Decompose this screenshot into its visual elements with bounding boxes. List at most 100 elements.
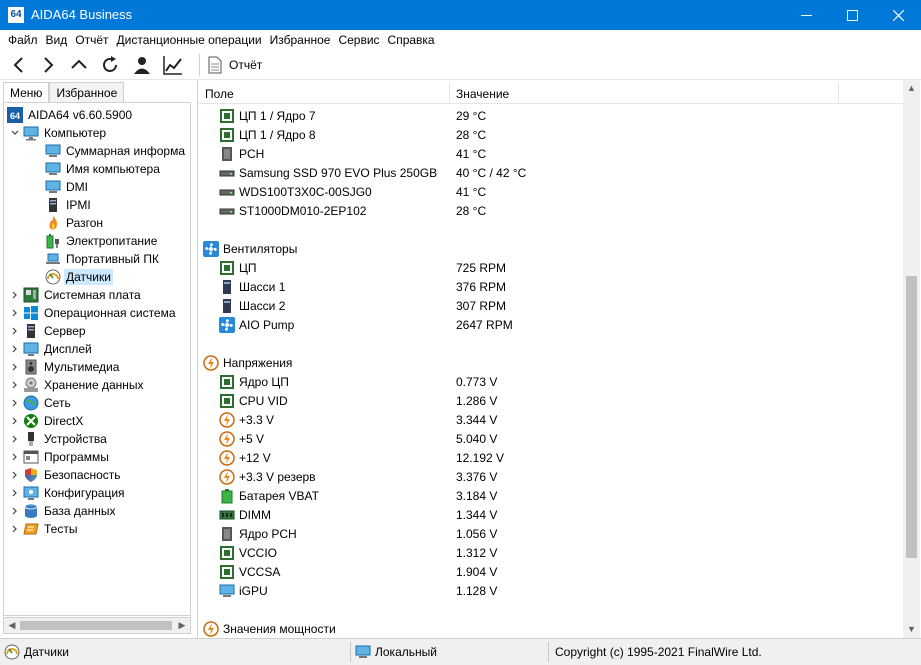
chevron-right-icon[interactable]	[9, 340, 21, 358]
menu-view[interactable]: Вид	[42, 30, 72, 50]
sensor-row[interactable]: +5 V	[219, 429, 264, 448]
tree-item-programs[interactable]: Программы	[9, 448, 111, 466]
sensor-row[interactable]: VCCSA	[219, 562, 280, 581]
tab-favorites[interactable]: Избранное	[49, 82, 125, 103]
graph-button[interactable]	[160, 53, 186, 77]
chevron-right-icon[interactable]	[9, 430, 21, 448]
horizontal-scrollbar[interactable]: ◀ ▶	[3, 617, 191, 634]
chevron-right-icon[interactable]	[9, 484, 21, 502]
voltage-bolt-icon	[219, 430, 235, 447]
chevron-right-icon[interactable]	[9, 520, 21, 538]
sensor-row[interactable]: +3.3 V резерв	[219, 467, 316, 486]
forward-button[interactable]	[35, 53, 61, 77]
chevron-right-icon[interactable]	[9, 412, 21, 430]
menu-tools[interactable]: Сервис	[334, 30, 383, 50]
tree-root[interactable]: 64 AIDA64 v6.60.5900	[7, 106, 134, 124]
chassis-icon	[219, 279, 235, 295]
tree-item-overclock[interactable]: Разгон	[45, 214, 105, 232]
sensor-row[interactable]: Батарея VBAT	[219, 486, 319, 505]
tree-item-computer[interactable]: Компьютер	[9, 124, 108, 142]
tree-item-security[interactable]: Безопасность	[9, 466, 123, 484]
scrollbar-thumb[interactable]	[20, 621, 172, 630]
column-value-header[interactable]: Значение	[456, 87, 509, 101]
scroll-up-arrow-icon[interactable]: ▲	[906, 83, 917, 93]
sensor-row[interactable]: +12 V	[219, 448, 271, 467]
sensor-row[interactable]: DIMM	[219, 505, 271, 524]
chevron-right-icon[interactable]	[9, 448, 21, 466]
scrollbar-thumb[interactable]	[906, 276, 917, 558]
back-button[interactable]	[6, 53, 32, 77]
column-field-header[interactable]: Поле	[205, 87, 234, 101]
refresh-button[interactable]	[97, 53, 123, 77]
chevron-right-icon[interactable]	[9, 466, 21, 484]
sensor-row[interactable]: Samsung SSD 970 EVO Plus 250GB	[219, 163, 437, 182]
scroll-right-arrow-icon[interactable]: ▶	[176, 620, 188, 632]
sensor-row[interactable]: PCH	[219, 144, 264, 163]
sensor-row[interactable]: AIO Pump	[219, 315, 294, 334]
computer-icon	[23, 125, 39, 141]
sensor-row[interactable]: CPU VID	[219, 391, 288, 410]
maximize-button[interactable]	[829, 0, 875, 30]
tree-item-multimedia[interactable]: Мультимедиа	[9, 358, 121, 376]
menu-favorites[interactable]: Избранное	[266, 30, 335, 50]
tree-item-os[interactable]: Операционная система	[9, 304, 178, 322]
tree-item-portable[interactable]: Портативный ПК	[45, 250, 161, 268]
sensor-row[interactable]: iGPU	[219, 581, 268, 600]
tree-item-database[interactable]: База данных	[9, 502, 117, 520]
tree-item-summary[interactable]: Суммарная информа	[45, 142, 187, 160]
tab-menu[interactable]: Меню	[3, 82, 50, 103]
sensor-row[interactable]: ST1000DM010-2EP102	[219, 201, 366, 220]
tree-item-storage[interactable]: Хранение данных	[9, 376, 146, 394]
title-bar: 64 AIDA64 Business	[0, 0, 921, 30]
chevron-down-icon[interactable]	[9, 124, 21, 142]
column-divider[interactable]	[449, 82, 450, 104]
chevron-right-icon[interactable]	[9, 286, 21, 304]
scroll-left-arrow-icon[interactable]: ◀	[6, 620, 18, 632]
tree-item-benchmark[interactable]: Тесты	[9, 520, 79, 538]
section-header-voltages[interactable]: Напряжения	[203, 353, 292, 372]
chevron-right-icon[interactable]	[9, 376, 21, 394]
chevron-right-icon[interactable]	[9, 358, 21, 376]
menu-file[interactable]: Файл	[0, 30, 42, 50]
tree-item-server[interactable]: Сервер	[9, 322, 88, 340]
scroll-down-arrow-icon[interactable]: ▼	[906, 624, 917, 634]
chevron-right-icon[interactable]	[9, 394, 21, 412]
user-button[interactable]	[129, 53, 155, 77]
up-button[interactable]	[66, 53, 92, 77]
tree-item-computer-name[interactable]: Имя компьютера	[45, 160, 162, 178]
chevron-right-icon[interactable]	[9, 322, 21, 340]
close-button[interactable]	[875, 0, 921, 30]
menu-remote[interactable]: Дистанционные операции	[113, 30, 266, 50]
tree-item-devices[interactable]: Устройства	[9, 430, 109, 448]
sensor-row[interactable]: Шасси 1	[219, 277, 285, 296]
sensor-row[interactable]: Ядро ЦП	[219, 372, 289, 391]
sensor-row[interactable]: Ядро PCH	[219, 524, 297, 543]
tree-item-directx[interactable]: DirectX	[9, 412, 85, 430]
tree-item-sensors[interactable]: Датчики	[45, 268, 113, 286]
sensor-row[interactable]: ЦП 1 / Ядро 8	[219, 125, 316, 144]
sensor-row[interactable]: WDS100T3X0C-00SJG0	[219, 182, 372, 201]
tree-item-label: Операционная система	[44, 306, 176, 320]
minimize-button[interactable]	[783, 0, 829, 30]
tree-item-ipmi[interactable]: IPMI	[45, 196, 93, 214]
report-button[interactable]: Отчёт	[207, 54, 262, 76]
tree-item-motherboard[interactable]: Системная плата	[9, 286, 143, 304]
chevron-right-icon[interactable]	[9, 502, 21, 520]
section-header-power[interactable]: Значения мощности	[203, 619, 336, 638]
tree-item-config[interactable]: Конфигурация	[9, 484, 127, 502]
tree-item-network[interactable]: Сеть	[9, 394, 73, 412]
sensor-row[interactable]: +3.3 V	[219, 410, 274, 429]
tree-item-display[interactable]: Дисплей	[9, 340, 94, 358]
sensor-row[interactable]: ЦП	[219, 258, 257, 277]
tree-item-power[interactable]: Электропитание	[45, 232, 159, 250]
vertical-scrollbar[interactable]: ▲ ▼	[903, 80, 920, 638]
column-divider[interactable]	[838, 82, 839, 104]
section-header-fans[interactable]: Вентиляторы	[203, 239, 297, 258]
tree-item-dmi[interactable]: DMI	[45, 178, 90, 196]
chevron-right-icon[interactable]	[9, 304, 21, 322]
sensor-row[interactable]: Шасси 2	[219, 296, 285, 315]
sensor-row[interactable]: ЦП 1 / Ядро 7	[219, 106, 316, 125]
menu-help[interactable]: Справка	[384, 30, 439, 50]
menu-report[interactable]: Отчёт	[71, 30, 112, 50]
sensor-row[interactable]: VCCIO	[219, 543, 277, 562]
